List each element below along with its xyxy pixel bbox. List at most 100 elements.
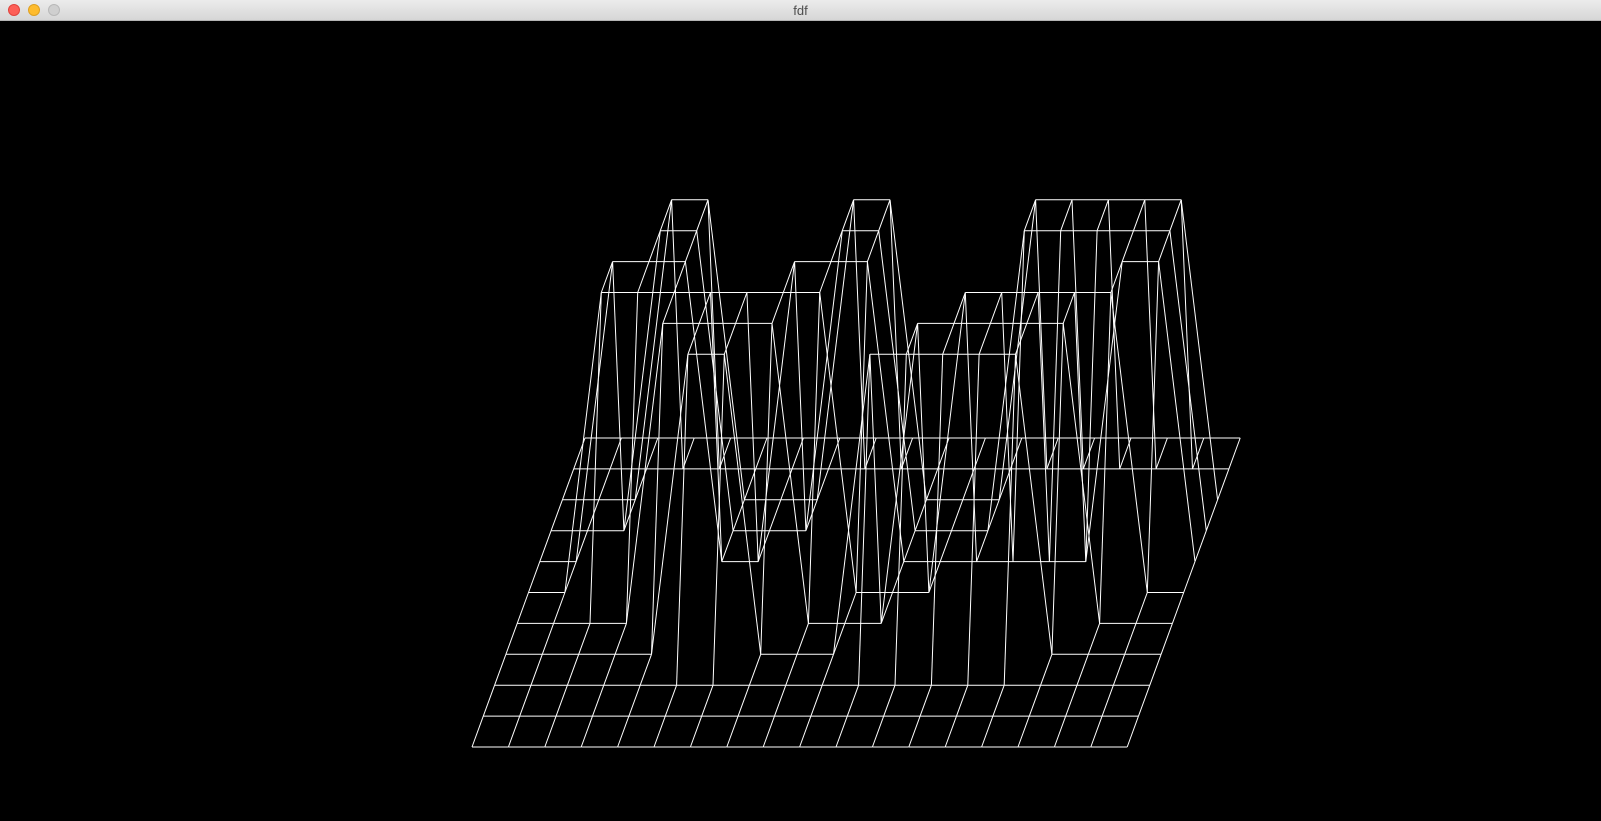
- wire-segment: [614, 623, 627, 655]
- wire-segment: [976, 530, 989, 562]
- wire-segment: [612, 261, 625, 531]
- wire-segment: [639, 654, 652, 686]
- wire-segment: [544, 715, 557, 748]
- wire-segment: [844, 592, 857, 624]
- wire-segment: [721, 530, 734, 562]
- wire-segment: [866, 261, 905, 562]
- wire-segment: [1017, 715, 1030, 748]
- wire-segment: [1096, 199, 1109, 231]
- wire-segment: [903, 530, 916, 562]
- wire-segment: [494, 654, 507, 686]
- wire-segment: [894, 354, 907, 686]
- wire-segment: [628, 685, 641, 717]
- wire-segment: [794, 261, 807, 531]
- wire-segment: [939, 530, 952, 562]
- wire-segment: [653, 715, 666, 748]
- wire-segment: [1107, 199, 1121, 469]
- wire-segment: [1121, 230, 1134, 262]
- wire-segment: [541, 623, 555, 655]
- wire-segment: [684, 261, 723, 562]
- wire-segment: [869, 354, 882, 624]
- wire-segment: [1217, 468, 1230, 500]
- wire-segment: [760, 323, 773, 655]
- wire-segment: [1138, 685, 1151, 717]
- wire-segment: [623, 230, 661, 531]
- wire-segment: [805, 230, 843, 531]
- wire-segment: [1037, 292, 1050, 562]
- wire-segment: [1135, 592, 1148, 624]
- wire-segment: [1183, 561, 1196, 593]
- wire-segment: [925, 468, 939, 500]
- wire-segment: [883, 685, 896, 717]
- wire-segment: [528, 561, 541, 593]
- wire-segment: [919, 685, 932, 717]
- wire-segment: [755, 437, 768, 470]
- wire-segment: [835, 715, 848, 748]
- wire-segment: [1144, 199, 1157, 469]
- wire-segment: [553, 592, 566, 624]
- wire-segment: [951, 499, 964, 531]
- window-title: fdf: [793, 3, 808, 18]
- wire-segment: [1071, 199, 1084, 469]
- render-canvas[interactable]: [0, 21, 1601, 821]
- wire-segment: [737, 685, 750, 717]
- wire-segment: [617, 715, 630, 748]
- wire-segment: [561, 468, 575, 500]
- wire-segment: [1087, 623, 1101, 655]
- wire-segment: [1169, 199, 1182, 231]
- wire-segment: [555, 685, 568, 717]
- wire-segment: [1060, 199, 1073, 231]
- wire-segment: [701, 685, 714, 717]
- wire-segment: [507, 715, 521, 748]
- wire-segment: [964, 292, 978, 562]
- wire-segment: [748, 654, 762, 686]
- wire-segment: [1133, 199, 1146, 231]
- wire-segment: [816, 199, 855, 500]
- wire-segment: [796, 623, 809, 655]
- wire-segment: [1099, 292, 1112, 624]
- wire-segment: [1026, 292, 1039, 324]
- wire-segment: [819, 292, 857, 593]
- wire-segment: [908, 715, 921, 748]
- wire-segment: [1062, 292, 1075, 324]
- wire-segment: [1169, 230, 1207, 531]
- wire-segment: [1110, 292, 1148, 593]
- wire-segment: [981, 715, 994, 748]
- wire-segment: [978, 323, 991, 355]
- wire-segment: [1180, 199, 1219, 500]
- wire-segment: [1062, 323, 1101, 624]
- wire-segment: [482, 685, 496, 717]
- wire-segment: [516, 592, 529, 624]
- wire-segment: [853, 199, 866, 469]
- wire-segment: [992, 685, 1005, 717]
- title-bar[interactable]: fdf: [0, 0, 1601, 21]
- wire-segment: [1101, 685, 1114, 717]
- wire-segment: [1194, 530, 1207, 562]
- wire-segment: [662, 292, 675, 324]
- wire-segment: [769, 499, 782, 531]
- wire-segment: [846, 685, 860, 717]
- wire-segment: [878, 230, 916, 531]
- wire-segment: [771, 323, 809, 624]
- wire-segment: [757, 261, 796, 562]
- wire-segment: [746, 292, 759, 562]
- app-window: fdf: [0, 0, 1601, 821]
- wire-segment: [578, 623, 591, 655]
- wire-segment: [634, 199, 673, 500]
- wire-segment: [1040, 654, 1053, 686]
- wire-segment: [785, 654, 798, 686]
- wire-segment: [689, 715, 703, 748]
- wire-segment: [1053, 715, 1067, 748]
- wire-segment: [530, 654, 543, 686]
- wire-segment: [810, 685, 823, 717]
- wire-segment: [821, 654, 834, 686]
- wire-segment: [471, 715, 484, 748]
- wire-segment: [1126, 715, 1139, 748]
- wire-segment: [989, 292, 1003, 324]
- wire-segment: [1149, 654, 1162, 686]
- wire-segment: [1160, 623, 1173, 655]
- wire-segment: [1015, 354, 1053, 655]
- wire-segment: [878, 199, 891, 231]
- wire-segment: [575, 261, 614, 562]
- wire-segment: [519, 685, 532, 717]
